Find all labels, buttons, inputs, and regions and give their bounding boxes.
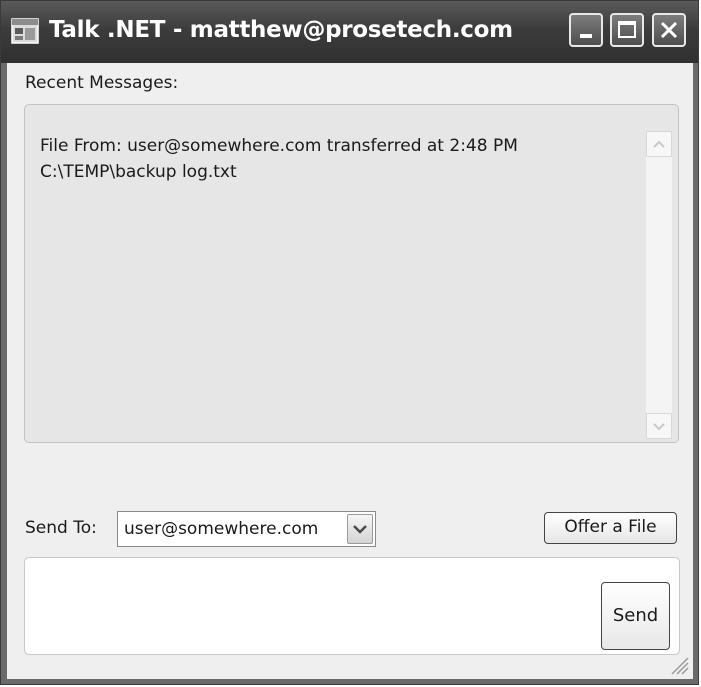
vertical-scrollbar[interactable] xyxy=(646,131,672,439)
resize-grip-icon[interactable] xyxy=(667,653,689,675)
talk-window: Talk .NET - matthew@prosetech.com Recent… xyxy=(0,0,699,685)
chevron-down-icon xyxy=(353,525,367,534)
send-to-dropdown-button[interactable] xyxy=(347,514,373,544)
send-to-label: Send To: xyxy=(25,518,97,538)
minimize-button[interactable] xyxy=(569,13,603,47)
recent-messages-box[interactable]: File From: user@somewhere.com transferre… xyxy=(24,104,679,443)
client-area: Recent Messages: File From: user@somewhe… xyxy=(7,63,693,679)
chevron-down-icon xyxy=(653,423,665,431)
close-button[interactable] xyxy=(652,13,686,47)
message-line: File From: user@somewhere.com transferre… xyxy=(40,136,518,156)
recent-messages-label: Recent Messages: xyxy=(25,73,179,93)
scroll-down-button[interactable] xyxy=(646,413,672,439)
send-to-selected-value: user@somewhere.com xyxy=(124,519,319,539)
window-title: Talk .NET - matthew@prosetech.com xyxy=(49,17,513,43)
message-log: File From: user@somewhere.com transferre… xyxy=(40,133,518,185)
message-line: C:\TEMP\backup log.txt xyxy=(40,162,237,182)
chevron-up-icon xyxy=(653,140,665,148)
maximize-icon xyxy=(618,21,636,38)
close-icon xyxy=(660,21,678,39)
send-button[interactable]: Send xyxy=(601,582,670,650)
compose-message-input[interactable] xyxy=(24,557,680,655)
send-to-select[interactable]: user@somewhere.com xyxy=(117,511,376,547)
app-window-icon[interactable] xyxy=(11,18,39,44)
minimize-icon xyxy=(580,34,592,38)
maximize-button[interactable] xyxy=(610,13,644,47)
scroll-up-button[interactable] xyxy=(646,131,672,157)
offer-file-button[interactable]: Offer a File xyxy=(544,512,677,544)
title-bar[interactable]: Talk .NET - matthew@prosetech.com xyxy=(1,1,698,63)
